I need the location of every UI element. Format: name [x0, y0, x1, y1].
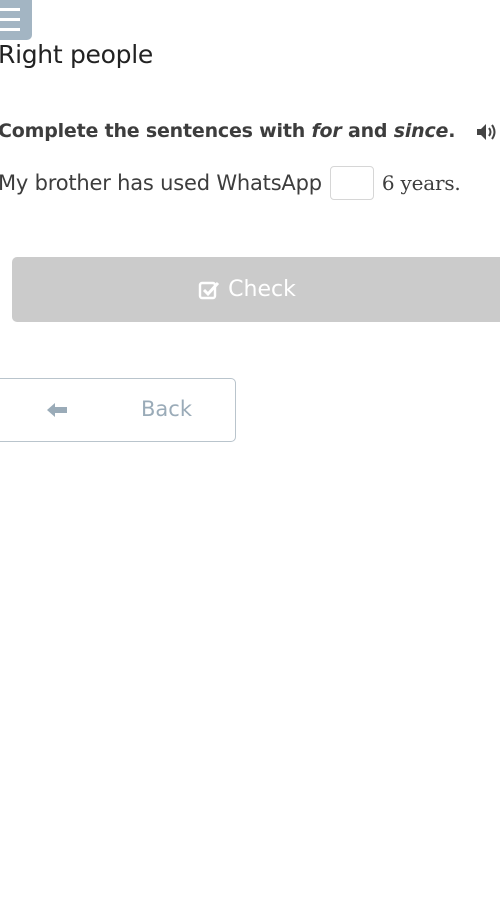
sentence-before: My brother has used WhatsApp — [0, 171, 322, 195]
menu-button[interactable] — [0, 0, 32, 40]
speaker-icon[interactable] — [476, 122, 498, 142]
instruction-middle: and — [341, 120, 394, 142]
back-button[interactable]: Back — [0, 378, 236, 442]
page-title: Right people — [0, 40, 153, 69]
back-button-label: Back — [141, 397, 192, 421]
check-button[interactable]: Check — [12, 257, 500, 322]
exercise-sentence: My brother has used WhatsApp 6 years. — [0, 166, 461, 200]
checkbox-checked-icon — [198, 281, 220, 299]
instruction-word-for: for — [311, 120, 342, 142]
exercise-instruction: Complete the sentences with for and sinc… — [0, 120, 455, 142]
instruction-suffix: . — [448, 120, 456, 142]
answer-gap-input[interactable] — [329, 166, 374, 200]
arrow-left-icon — [47, 403, 67, 417]
instruction-prefix: Complete the sentences with — [0, 120, 312, 142]
sentence-after: 6 years. — [381, 171, 461, 195]
check-button-label: Check — [228, 277, 296, 302]
instruction-word-since: since — [393, 120, 449, 142]
